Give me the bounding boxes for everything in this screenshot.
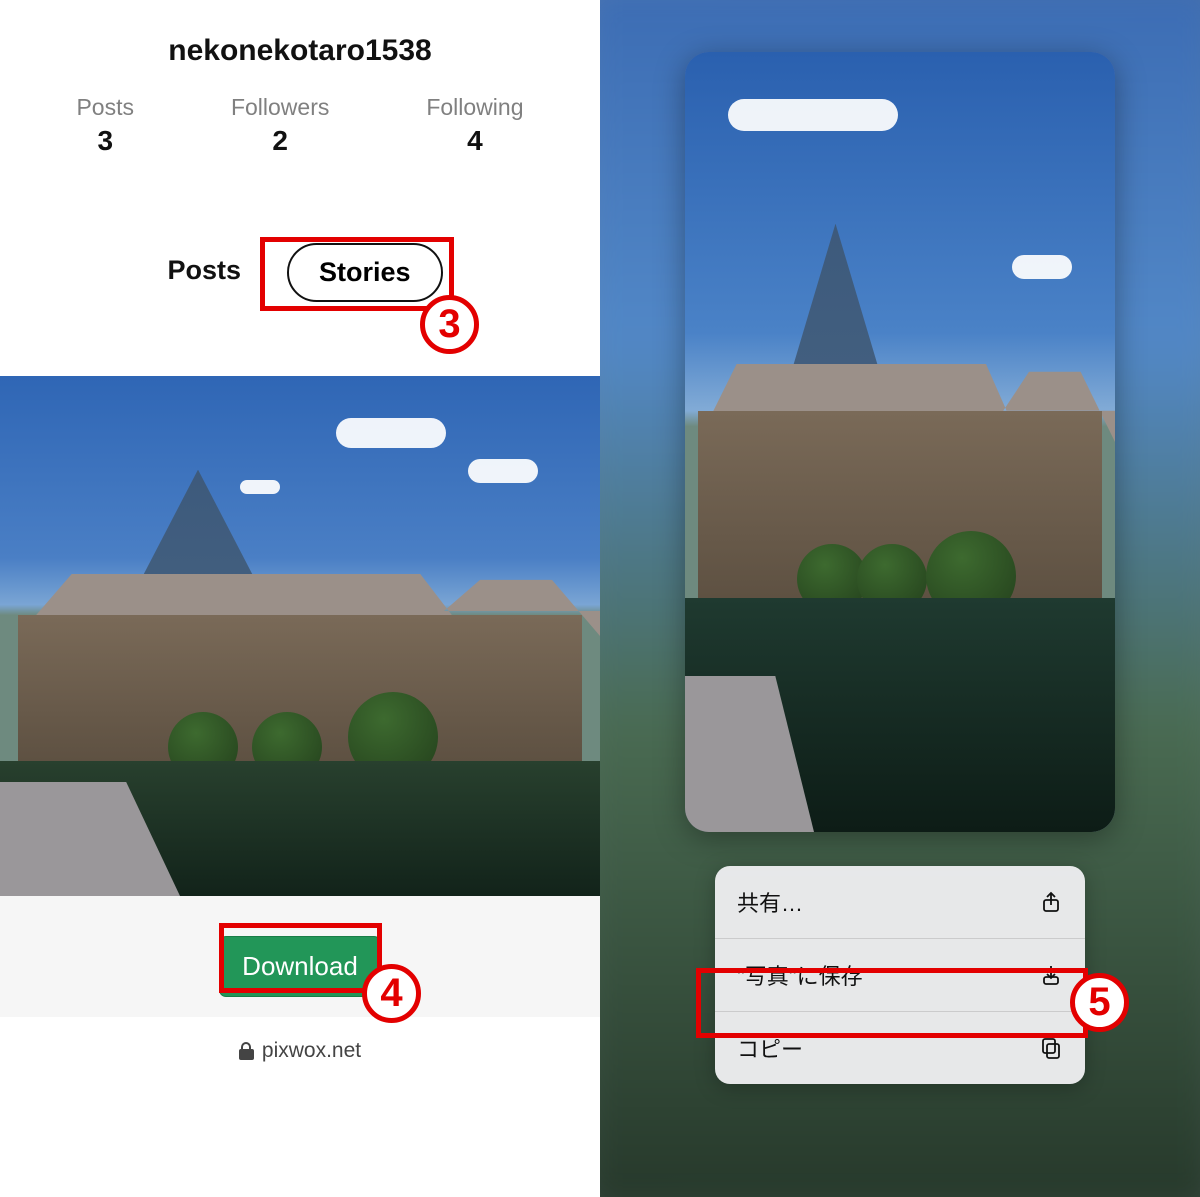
stat-following-label: Following xyxy=(426,94,523,121)
annotation-badge-3: 3 xyxy=(420,295,479,354)
stat-following-value: 4 xyxy=(426,125,523,157)
annotation-badge-5: 5 xyxy=(1070,973,1129,1032)
download-row: Download 4 xyxy=(0,896,600,1017)
tab-posts[interactable]: Posts xyxy=(157,243,251,302)
right-screenshot: 共有… "写真"に保存 コピー 5 xyxy=(600,0,1200,1197)
image-preview-popup[interactable] xyxy=(685,52,1115,832)
stat-posts[interactable]: Posts 3 xyxy=(76,94,134,157)
annotation-box-3 xyxy=(260,237,454,311)
stat-following[interactable]: Following 4 xyxy=(426,94,523,157)
stat-followers[interactable]: Followers 2 xyxy=(231,94,329,157)
tabs-row: Posts Stories 3 xyxy=(0,187,600,334)
copy-icon xyxy=(1039,1036,1063,1060)
share-icon xyxy=(1039,890,1063,914)
menu-item-share-label: 共有… xyxy=(737,886,803,918)
annotation-box-4 xyxy=(219,923,382,993)
story-image-preview[interactable] xyxy=(0,376,600,896)
lock-icon xyxy=(239,1042,254,1060)
menu-item-share[interactable]: 共有… xyxy=(715,866,1085,938)
stat-followers-label: Followers xyxy=(231,94,329,121)
left-screenshot: nekonekotaro1538 Posts 3 Followers 2 Fol… xyxy=(0,0,600,1197)
browser-url-bar[interactable]: pixwox.net xyxy=(0,1017,600,1085)
annotation-box-5 xyxy=(696,968,1088,1038)
url-text: pixwox.net xyxy=(262,1039,361,1063)
profile-username: nekonekotaro1538 xyxy=(0,0,600,84)
stat-posts-label: Posts xyxy=(76,94,134,121)
stat-followers-value: 2 xyxy=(231,125,329,157)
profile-stats: Posts 3 Followers 2 Following 4 xyxy=(0,84,600,187)
stat-posts-value: 3 xyxy=(76,125,134,157)
annotation-badge-4: 4 xyxy=(362,964,421,1023)
